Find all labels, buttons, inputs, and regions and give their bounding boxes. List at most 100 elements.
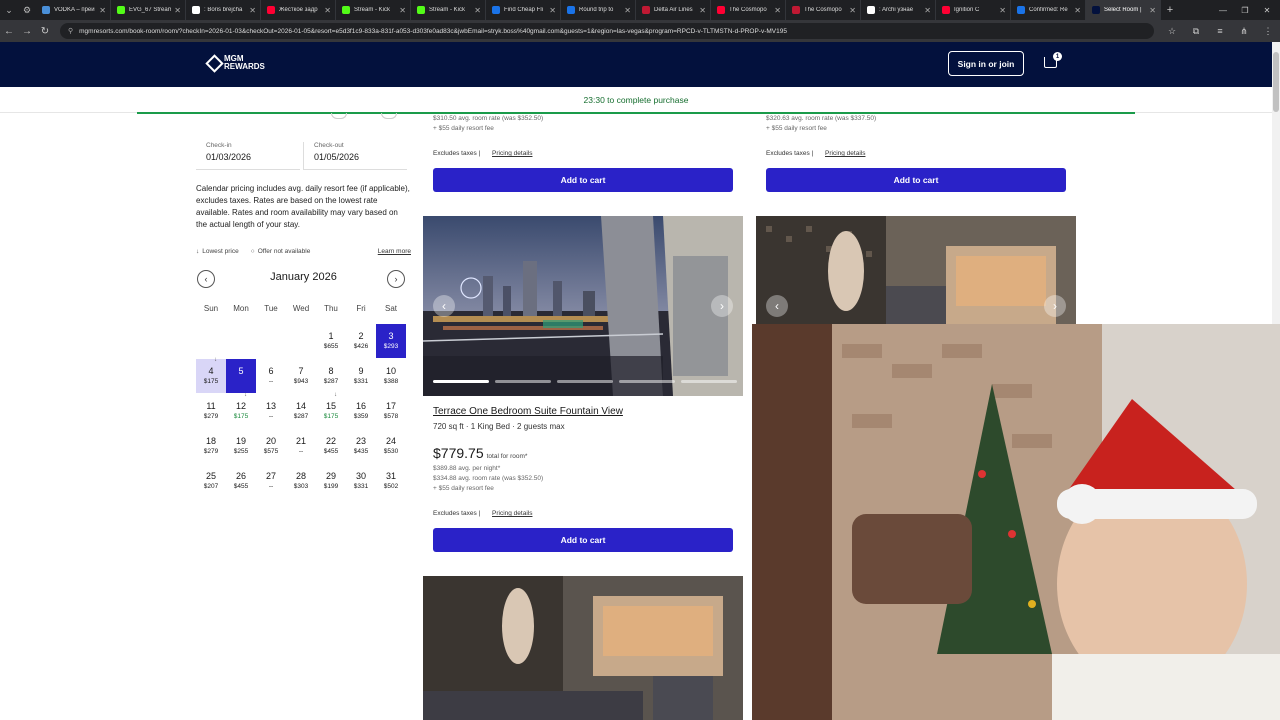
calendar-day[interactable]: 30 $331: [346, 464, 376, 498]
room-photo[interactable]: [423, 576, 743, 720]
calendar-day[interactable]: 24 $530: [376, 429, 406, 463]
calendar-day[interactable]: 15 $175: [316, 394, 346, 428]
profile-icon[interactable]: ⋔: [1232, 26, 1256, 37]
calendar-day[interactable]: 27 --: [256, 464, 286, 498]
calendar-day[interactable]: 29 $199: [316, 464, 346, 498]
menu-icon[interactable]: ⋮: [1256, 26, 1280, 37]
photo-prev-icon[interactable]: ‹: [766, 295, 788, 317]
add-to-cart-button[interactable]: Add to cart: [433, 168, 733, 192]
tab-close-icon[interactable]: ✕: [249, 6, 256, 15]
calendar-day[interactable]: 18 $279: [196, 429, 226, 463]
browser-tab[interactable]: VODKA – преи ✕: [36, 0, 111, 20]
browser-tab[interactable]: : Archi узнае ✕: [861, 0, 936, 20]
browser-tab[interactable]: Select Room | ✕: [1086, 0, 1161, 20]
room-photo[interactable]: ‹ ›: [423, 216, 743, 396]
checkin-field[interactable]: Check-in 01/03/2026: [196, 142, 300, 170]
calendar-day[interactable]: 22 $455: [316, 429, 346, 463]
calendar-day[interactable]: 7 $943: [286, 359, 316, 393]
tab-close-icon[interactable]: ✕: [849, 6, 856, 15]
tab-close-icon[interactable]: ✕: [1149, 6, 1156, 15]
minimize-icon[interactable]: —: [1212, 0, 1234, 20]
calendar-day[interactable]: 2 $426: [346, 324, 376, 358]
calendar-day[interactable]: 21 --: [286, 429, 316, 463]
room-photo[interactable]: ‹ ›: [756, 216, 1076, 324]
photo-next-icon[interactable]: ›: [1044, 295, 1066, 317]
learn-more-link[interactable]: Learn more: [378, 248, 411, 255]
forward-icon[interactable]: →: [18, 20, 36, 42]
translate-icon[interactable]: ≡: [1208, 26, 1232, 36]
mgm-rewards-logo[interactable]: MGM REWARDS: [205, 53, 265, 73]
calendar-day[interactable]: 17 $578: [376, 394, 406, 428]
calendar-day[interactable]: 13 --: [256, 394, 286, 428]
tab-close-icon[interactable]: ✕: [174, 6, 181, 15]
restore-icon[interactable]: ❐: [1234, 0, 1256, 20]
browser-tab[interactable]: Stream - Kick ✕: [411, 0, 486, 20]
pricing-details-link[interactable]: Pricing details: [492, 510, 532, 517]
next-month-button[interactable]: ›: [387, 270, 405, 288]
calendar-day[interactable]: 11 $279: [196, 394, 226, 428]
guests-stepper-plus[interactable]: [381, 113, 397, 119]
photo-dot[interactable]: [433, 380, 489, 383]
tab-close-icon[interactable]: ✕: [924, 6, 931, 15]
browser-tab[interactable]: EVG_67 Stream ✕: [111, 0, 186, 20]
tab-close-icon[interactable]: ✕: [324, 6, 331, 15]
sign-in-button[interactable]: Sign in or join: [948, 51, 1024, 76]
browser-tab[interactable]: The Cosmopo ✕: [711, 0, 786, 20]
calendar-day[interactable]: 14 $287: [286, 394, 316, 428]
calendar-day[interactable]: 12 $175: [226, 394, 256, 428]
back-icon[interactable]: ←: [0, 20, 18, 42]
tab-close-icon[interactable]: ✕: [474, 6, 481, 15]
photo-dot[interactable]: [681, 380, 737, 383]
calendar-day[interactable]: 25 $207: [196, 464, 226, 498]
tab-close-icon[interactable]: ✕: [699, 6, 706, 15]
photo-dot[interactable]: [557, 380, 613, 383]
tab-close-icon[interactable]: ✕: [549, 6, 556, 15]
calendar-day[interactable]: 9 $331: [346, 359, 376, 393]
add-to-cart-button[interactable]: Add to cart: [433, 528, 733, 552]
calendar-day[interactable]: 3 $293: [376, 324, 406, 358]
photo-dot[interactable]: [619, 380, 675, 383]
room-title-link[interactable]: Terrace One Bedroom Suite Fountain View: [433, 406, 623, 417]
calendar-day[interactable]: 28 $303: [286, 464, 316, 498]
calendar-day[interactable]: 5: [226, 359, 256, 393]
calendar-day[interactable]: 4 $175: [196, 359, 226, 393]
close-window-icon[interactable]: ✕: [1256, 0, 1278, 20]
calendar-day[interactable]: 10 $388: [376, 359, 406, 393]
pricing-details-link[interactable]: Pricing details: [825, 150, 865, 157]
tab-close-icon[interactable]: ✕: [774, 6, 781, 15]
calendar-day[interactable]: 1 $655: [316, 324, 346, 358]
checkout-field[interactable]: Check-out 01/05/2026: [303, 142, 407, 170]
site-info-icon[interactable]: ⚲: [68, 27, 73, 35]
calendar-day[interactable]: 16 $359: [346, 394, 376, 428]
url-field[interactable]: ⚲ mgmresorts.com/book-room/room/?checkIn…: [60, 23, 1154, 39]
tab-close-icon[interactable]: ✕: [399, 6, 406, 15]
photo-dot[interactable]: [495, 380, 551, 383]
calendar-day[interactable]: 6 --: [256, 359, 286, 393]
reload-icon[interactable]: ↻: [36, 20, 54, 42]
browser-tab[interactable]: Stream - Kick ✕: [336, 0, 411, 20]
calendar-day[interactable]: 26 $455: [226, 464, 256, 498]
guests-stepper-minus[interactable]: [331, 113, 347, 119]
browser-tab[interactable]: : Boris brejcha ✕: [186, 0, 261, 20]
calendar-day[interactable]: 23 $435: [346, 429, 376, 463]
add-to-cart-button[interactable]: Add to cart: [766, 168, 1066, 192]
new-tab-button[interactable]: +: [1161, 4, 1179, 16]
browser-tab[interactable]: Confirmed: Re ✕: [1011, 0, 1086, 20]
tab-close-icon[interactable]: ✕: [999, 6, 1006, 15]
pricing-details-link[interactable]: Pricing details: [492, 150, 532, 157]
bookmark-star-icon[interactable]: ☆: [1160, 26, 1184, 37]
tab-close-icon[interactable]: ✕: [99, 6, 106, 15]
tab-search-icon[interactable]: ⌄: [0, 0, 18, 20]
extensions-icon[interactable]: ⧉: [1184, 26, 1208, 37]
tab-close-icon[interactable]: ✕: [624, 6, 631, 15]
calendar-day[interactable]: 20 $575: [256, 429, 286, 463]
browser-tab[interactable]: Ignition C ✕: [936, 0, 1011, 20]
calendar-day[interactable]: 31 $502: [376, 464, 406, 498]
scrollbar-thumb[interactable]: [1273, 52, 1279, 112]
photo-next-icon[interactable]: ›: [711, 295, 733, 317]
browser-tab[interactable]: The Cosmopo ✕: [786, 0, 861, 20]
calendar-day[interactable]: 19 $255: [226, 429, 256, 463]
tab-close-icon[interactable]: ✕: [1074, 6, 1081, 15]
browser-tab[interactable]: Round trip to ✕: [561, 0, 636, 20]
browser-tab[interactable]: Find Cheap Fli ✕: [486, 0, 561, 20]
